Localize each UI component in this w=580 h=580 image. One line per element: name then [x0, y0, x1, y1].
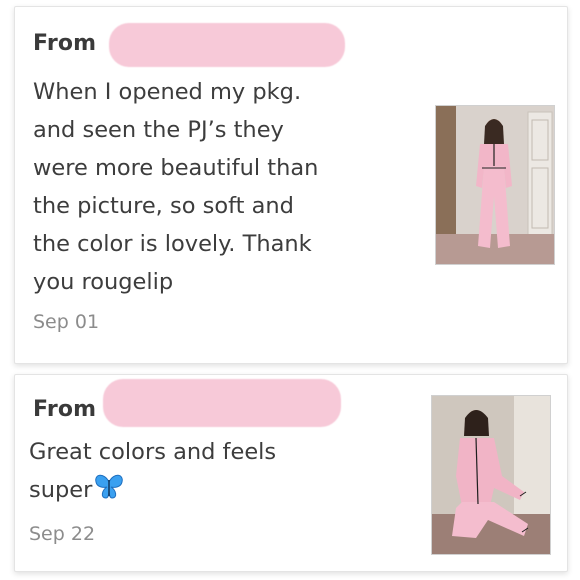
review-text: When I opened my pkg. and seen the PJ’s …: [33, 79, 319, 295]
review-from-row: From: [33, 31, 96, 56]
pink-pajamas-seated-photo[interactable]: [431, 395, 551, 555]
butterfly-icon: [94, 474, 124, 512]
redacted-name: [103, 379, 341, 427]
review-text: Great colors and feels super: [29, 433, 419, 512]
from-label: From: [33, 397, 97, 422]
redacted-name: [109, 23, 345, 67]
review-card: From Great colors and feels super Sep 22: [14, 374, 568, 572]
review-date: Sep 01: [33, 311, 100, 333]
from-label: From: [33, 31, 97, 56]
pink-pajamas-photo[interactable]: [435, 105, 555, 265]
review-date: Sep 22: [29, 523, 96, 545]
review-text-content: Great colors and feels super: [29, 439, 277, 503]
review-card: From When I opened my pkg. and seen the …: [14, 6, 568, 364]
review-from-row: From: [33, 397, 96, 422]
